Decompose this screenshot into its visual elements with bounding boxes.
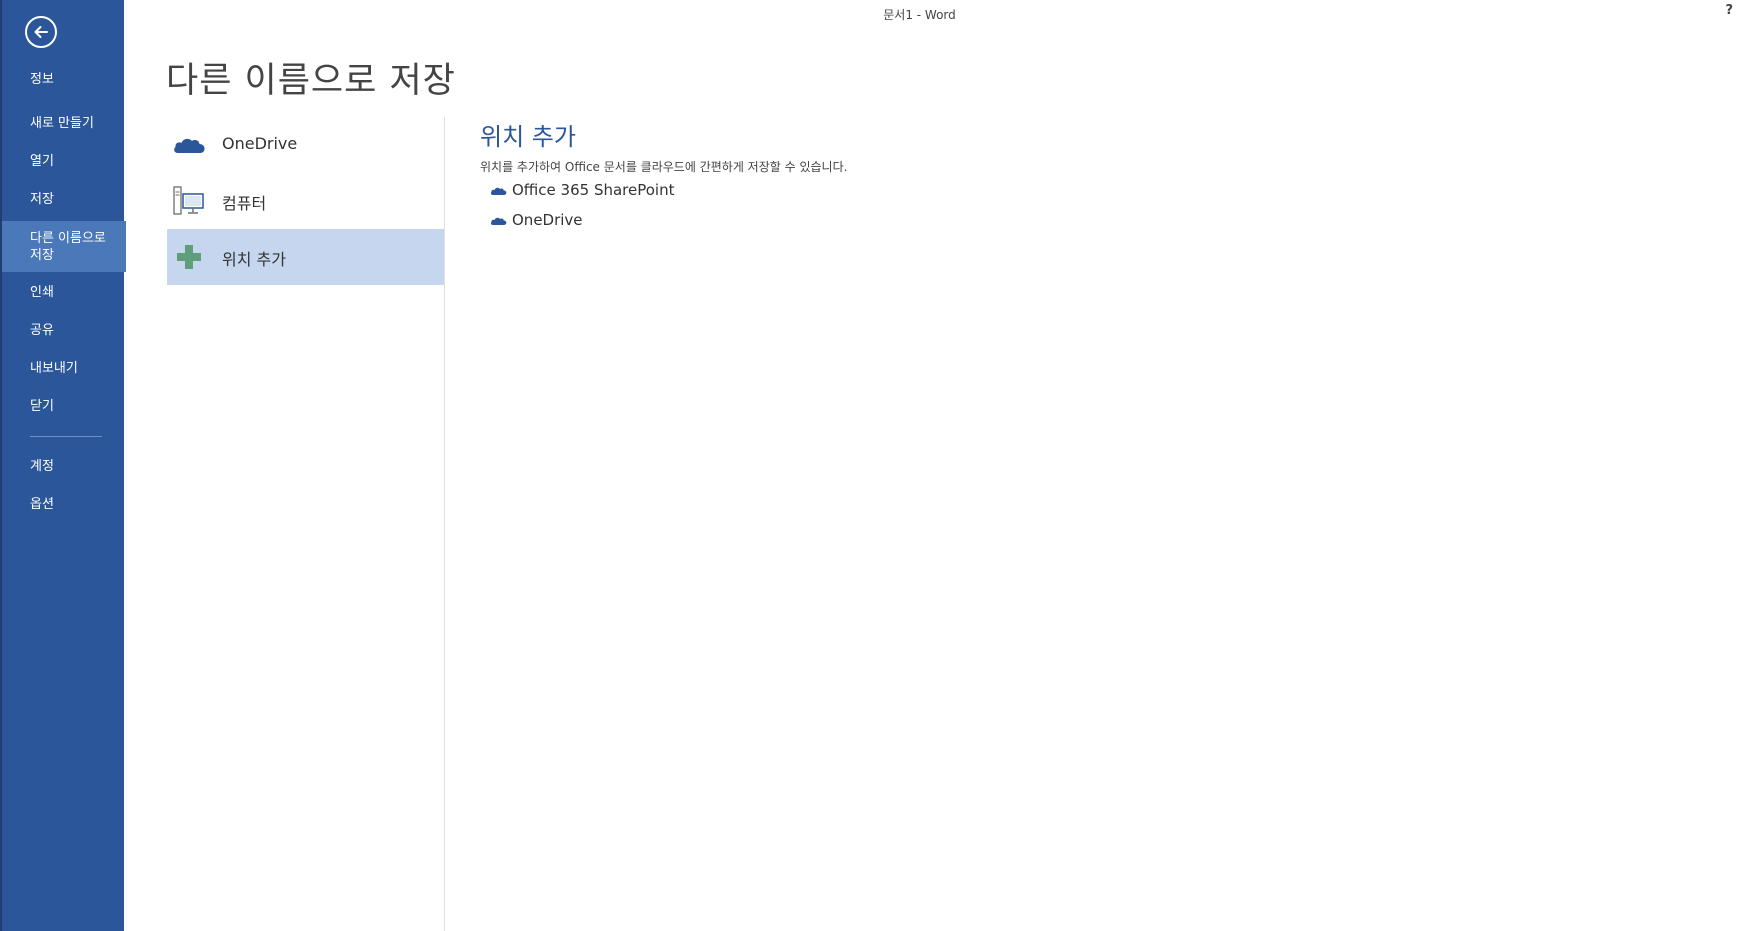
location-label: Office 365 SharePoint bbox=[512, 181, 675, 199]
sidebar-item-open[interactable]: 열기 bbox=[2, 153, 126, 170]
help-button[interactable]: ? bbox=[1725, 3, 1733, 18]
computer-icon bbox=[173, 186, 204, 215]
location-label: OneDrive bbox=[512, 211, 583, 229]
sidebar-item-save[interactable]: 저장 bbox=[2, 191, 126, 208]
place-computer[interactable]: 컴퓨터 bbox=[167, 173, 444, 229]
sidebar-item-options[interactable]: 옵션 bbox=[2, 496, 126, 513]
sidebar-item-save-as[interactable]: 다른 이름으로 저장 bbox=[2, 221, 126, 272]
onedrive-cloud-icon bbox=[174, 138, 205, 153]
sidebar-item-share[interactable]: 공유 bbox=[2, 322, 126, 339]
place-label: 컴퓨터 bbox=[222, 194, 267, 213]
sidebar-item-close[interactable]: 닫기 bbox=[2, 398, 126, 415]
place-label: OneDrive bbox=[222, 134, 298, 153]
page-title: 다른 이름으로 저장 bbox=[166, 61, 456, 101]
sidebar-item-print[interactable]: 인쇄 bbox=[2, 284, 126, 301]
back-arrow-icon bbox=[34, 26, 48, 38]
place-label: 위치 추가 bbox=[222, 250, 286, 269]
detail-title: 위치 추가 bbox=[480, 123, 576, 151]
sidebar-item-new[interactable]: 새로 만들기 bbox=[2, 115, 126, 132]
pane-divider bbox=[444, 117, 445, 931]
sidebar-item-info[interactable]: 정보 bbox=[2, 71, 126, 88]
sidebar-divider bbox=[30, 436, 102, 437]
place-add-location[interactable]: 위치 추가 bbox=[167, 229, 444, 285]
plus-icon bbox=[177, 245, 201, 269]
window-title: 문서1 - Word bbox=[883, 8, 956, 22]
sidebar-item-export[interactable]: 내보내기 bbox=[2, 360, 126, 377]
word-backstage-window: 정보 새로 만들기 열기 저장 다른 이름으로 저장 인쇄 공유 내보내기 닫기… bbox=[0, 0, 1739, 931]
cloud-icon bbox=[490, 187, 507, 195]
save-places-list: OneDrive 컴퓨터 위치 추가 bbox=[167, 117, 444, 285]
place-onedrive[interactable]: OneDrive bbox=[167, 117, 444, 173]
sidebar-item-account[interactable]: 계정 bbox=[2, 458, 126, 475]
cloud-icon bbox=[490, 217, 507, 225]
detail-description: 위치를 추가하여 Office 문서를 클라우드에 간편하게 저장할 수 있습니… bbox=[480, 160, 848, 174]
backstage-sidebar: 정보 새로 만들기 열기 저장 다른 이름으로 저장 인쇄 공유 내보내기 닫기… bbox=[0, 0, 126, 931]
